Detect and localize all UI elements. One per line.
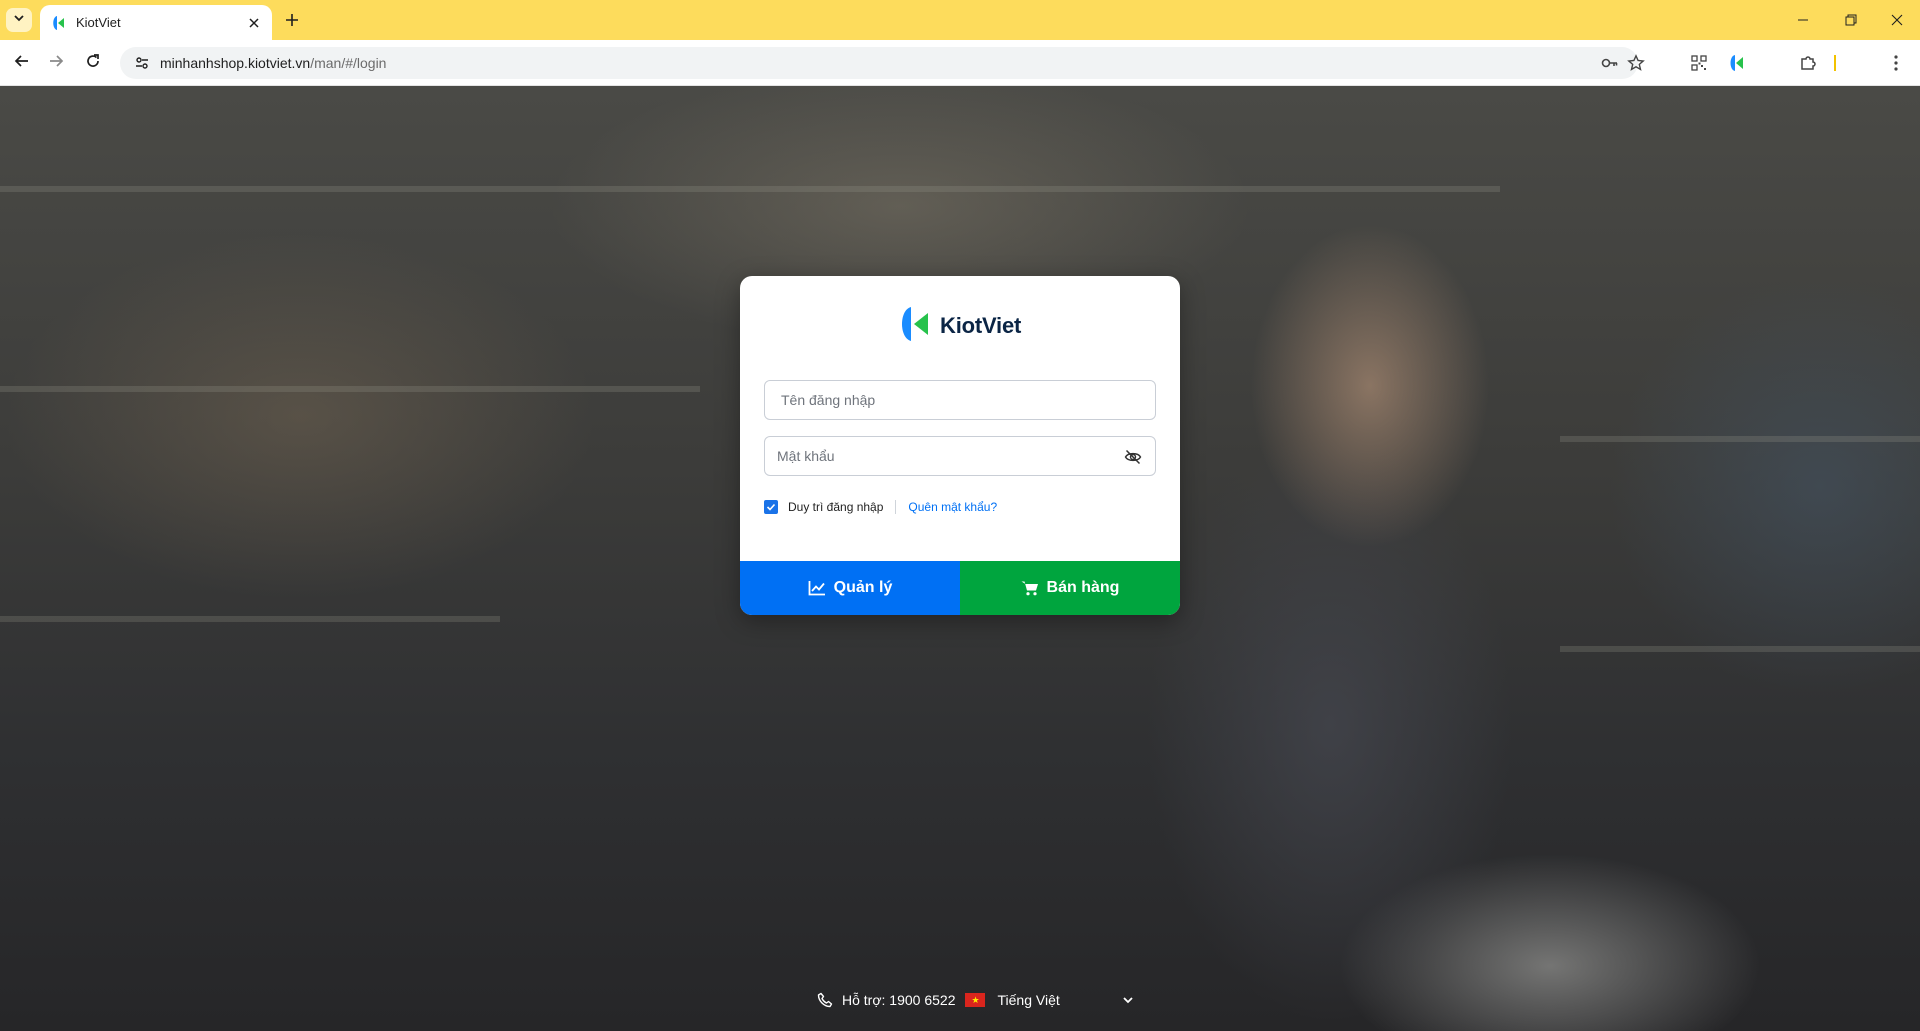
star-icon[interactable] — [1626, 53, 1646, 73]
tune-icon[interactable] — [132, 53, 152, 73]
restore-window-icon[interactable] — [1828, 0, 1874, 40]
username-field — [764, 380, 1156, 420]
remember-row: Duy trì đăng nhập Quên mật khẩu? — [764, 500, 997, 514]
qr-code-icon[interactable] — [1689, 53, 1709, 73]
password-input[interactable] — [765, 437, 1155, 475]
kiotviet-favicon-icon — [50, 15, 66, 31]
username-input[interactable] — [765, 381, 1155, 419]
password-field — [764, 436, 1156, 476]
phone-icon — [816, 991, 834, 1009]
kiotviet-logo-icon — [896, 306, 932, 347]
shelf-line — [0, 616, 500, 622]
brand-logo: KiotViet — [896, 306, 1022, 347]
remember-label[interactable]: Duy trì đăng nhập — [788, 500, 883, 514]
sell-button[interactable]: Bán hàng — [960, 561, 1180, 615]
divider — [895, 500, 897, 514]
manage-button-label: Quản lý — [833, 579, 893, 596]
language-label: Tiếng Việt — [997, 992, 1060, 1008]
login-card: KiotViet Duy trì đăng nhập Quên mật khẩu… — [740, 276, 1180, 615]
language-select[interactable]: Tiếng Việt — [997, 992, 1133, 1008]
arrow-right-icon — [48, 53, 64, 74]
support-hotline[interactable]: Hỗ trợ: 1900 6522 — [842, 992, 955, 1008]
browser-toolbar: minhanhshop.kiotviet.vn/man/#/login — [0, 40, 1920, 86]
arrow-left-icon — [14, 53, 30, 74]
new-tab-button[interactable] — [280, 8, 304, 32]
forward-button[interactable] — [42, 49, 70, 77]
puzzle-icon[interactable] — [1798, 53, 1818, 73]
reload-button[interactable] — [79, 49, 107, 77]
sell-button-label: Bán hàng — [1046, 579, 1120, 596]
forgot-password-link[interactable]: Quên mật khẩu? — [908, 500, 997, 514]
kebab-menu-icon[interactable] — [1886, 53, 1906, 73]
browser-tab-strip: KiotViet — [0, 0, 1920, 40]
chart-line-icon — [808, 580, 826, 596]
reload-icon — [85, 53, 101, 74]
minimize-window-icon[interactable] — [1780, 0, 1826, 40]
login-footer: Hỗ trợ: 1900 6522 ★ Tiếng Việt — [816, 988, 1134, 1012]
vietnam-flag-icon: ★ — [965, 993, 986, 1007]
back-button[interactable] — [8, 49, 36, 77]
shelf-line — [0, 386, 700, 392]
close-tab-icon[interactable] — [246, 15, 262, 31]
brand-name: KiotViet — [940, 313, 1022, 338]
shelf-line — [1560, 436, 1920, 442]
close-window-icon[interactable] — [1874, 0, 1920, 40]
tab-title: KiotViet — [76, 15, 121, 30]
address-bar[interactable]: minhanhshop.kiotviet.vn/man/#/login — [120, 47, 1645, 79]
remember-checkbox[interactable] — [764, 500, 778, 514]
profile-divider — [1834, 55, 1836, 71]
url-host: minhanhshop.kiotviet.vn — [160, 55, 311, 71]
kiotviet-extension-icon[interactable] — [1726, 53, 1746, 73]
shelf-line — [1560, 646, 1920, 652]
shelf-line — [0, 186, 1500, 192]
manage-button[interactable]: Quản lý — [740, 561, 960, 615]
tab-search-button[interactable] — [6, 8, 32, 32]
chevron-down-icon — [1122, 994, 1134, 1006]
eye-slash-icon[interactable] — [1123, 447, 1143, 467]
cart-icon — [1021, 580, 1039, 596]
key-icon[interactable] — [1600, 53, 1620, 73]
browser-tab[interactable]: KiotViet — [40, 5, 272, 40]
url-path: /man/#/login — [310, 55, 387, 71]
chevron-down-icon — [13, 11, 25, 29]
